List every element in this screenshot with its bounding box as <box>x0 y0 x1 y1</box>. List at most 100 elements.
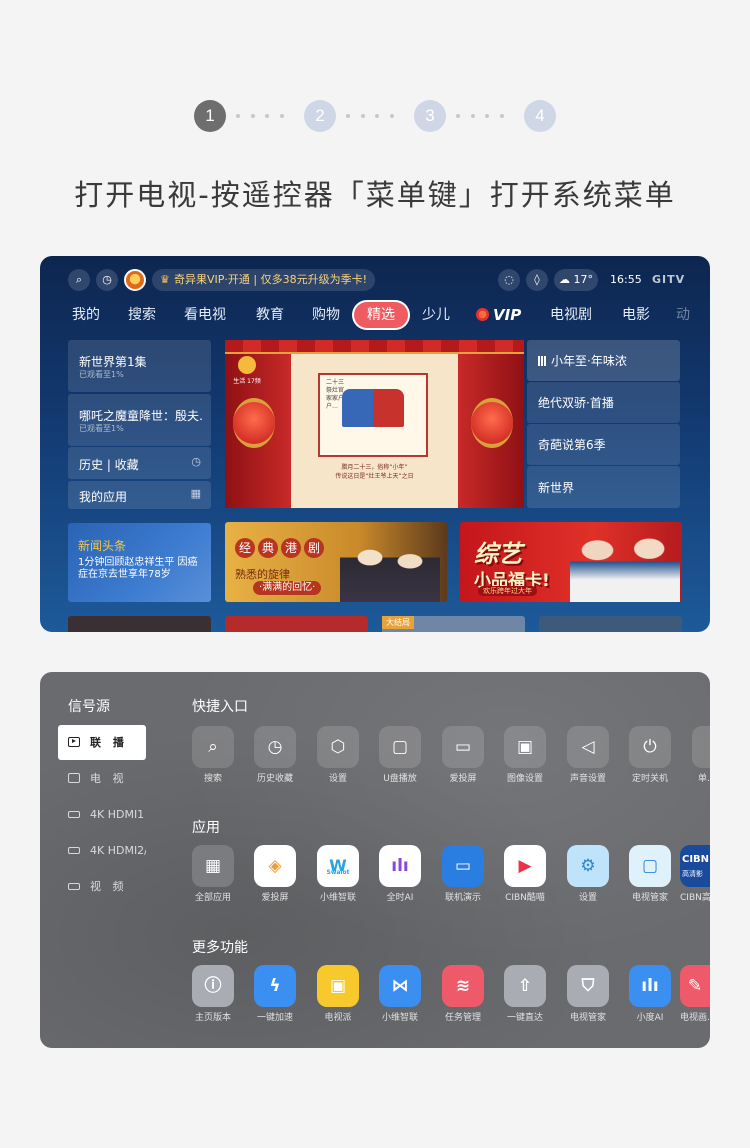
search-icon[interactable]: ⌕ <box>68 269 90 291</box>
hk-drama-banner[interactable]: 经 典 港 剧 熟悉的旋律 ·满满的回忆· <box>225 522 447 602</box>
source-label: 电 视 <box>90 772 128 785</box>
demo-icon[interactable]: ▭ <box>442 845 484 887</box>
source-label: 4K HDMI2/ARC <box>90 844 146 857</box>
actors-image <box>340 528 440 602</box>
step-dots <box>456 114 504 118</box>
quick-label: 爱投屏 <box>449 774 477 784</box>
tab-shopping[interactable]: 购物 <box>312 302 340 328</box>
source-title: 信号源 <box>68 699 110 715</box>
tvpai-icon[interactable]: ▣ <box>317 965 359 1007</box>
hero-caption: 腊月二十三，俗称“小年” <box>341 464 408 471</box>
apps-title: 应用 <box>192 820 220 836</box>
tab-vip[interactable]: VIP <box>476 302 521 328</box>
poster-thumbnail[interactable] <box>539 616 682 632</box>
tab-anime[interactable]: 动 <box>676 302 690 328</box>
ai-icon[interactable]: ılı <box>379 845 421 887</box>
swaiot-icon[interactable]: W Swaiot <box>317 845 359 887</box>
image-icon[interactable]: ▣ <box>504 726 546 768</box>
source-item-hdmi2[interactable]: 4K HDMI2/ARC <box>58 833 146 868</box>
app-label: 全部应用 <box>194 893 231 903</box>
quick-access-title: 快捷入口 <box>192 699 248 715</box>
bowtie-icon[interactable]: ⋈ <box>379 965 421 1007</box>
pencil-icon[interactable]: ✎ <box>680 965 710 1007</box>
card-progress: 已观看至1% <box>79 424 124 433</box>
poster-thumbnail[interactable] <box>68 616 211 632</box>
card-progress: 已观看至1% <box>79 370 124 379</box>
continue-watching-card[interactable]: 哪吒之魔童降世：殷夫… 已观看至1% <box>68 394 211 446</box>
avatar[interactable] <box>124 269 146 291</box>
my-apps-card[interactable]: 我的应用 ▦ <box>68 481 211 509</box>
speaker-icon[interactable]: ◁ <box>567 726 609 768</box>
banner-char: 剧 <box>304 538 324 558</box>
list-item[interactable]: 奇葩说第6季 <box>527 424 680 465</box>
lantern-image <box>471 398 513 448</box>
layers-icon[interactable]: ≋ <box>442 965 484 1007</box>
card-title: 历史 | 收藏 <box>79 458 139 472</box>
grid-icon: ▦ <box>190 487 201 500</box>
banner-tagline: ·满满的回忆· <box>253 581 322 595</box>
quick-label: 声音设置 <box>569 774 606 784</box>
cibn-icon[interactable]: CIBN 高清影 <box>680 845 710 887</box>
tab-mine[interactable]: 我的 <box>72 302 100 328</box>
cibn-subtitle: 高清影 <box>682 870 703 878</box>
vip-promo-banner[interactable]: 奇异果VIP·开通 | 仅多38元升级为季卡! <box>152 269 376 291</box>
list-item[interactable]: 小年至·年味浓 <box>527 340 680 381</box>
tab-search[interactable]: 搜索 <box>128 302 156 328</box>
usb-icon[interactable]: ▢ <box>379 726 421 768</box>
poster-thumbnail[interactable]: 大结局 <box>382 616 525 632</box>
hero-banner[interactable]: 生活 17频 二十三 祭灶官 家家户户… 腊月二十三，俗称“小年” 传说这日是“… <box>225 340 524 508</box>
quick-label: 设置 <box>328 774 347 784</box>
source-item-tv[interactable]: 电 视 <box>58 761 146 796</box>
info-icon[interactable]: ⓘ <box>192 965 234 1007</box>
lightning-icon[interactable]: ϟ <box>254 965 296 1007</box>
upload-icon[interactable]: ⇧ <box>504 965 546 1007</box>
tab-kids[interactable]: 少儿 <box>422 302 450 328</box>
poster-thumbnail[interactable] <box>225 616 368 632</box>
tab-tv-series[interactable]: 电视剧 <box>550 302 592 328</box>
history-favorites-card[interactable]: 历史 | 收藏 ◷ <box>68 447 211 479</box>
cibn-wordmark: CIBN <box>682 854 710 865</box>
shield-icon[interactable]: ⛉ <box>567 965 609 1007</box>
tv-home-screen: ⌕ ◷ 奇异果VIP·开通 | 仅多38元升级为季卡! ◌ ◊ ☁ 17° 16… <box>40 256 710 632</box>
news-card[interactable]: 新闻头条 1分钟回顾赵忠祥生平 因癌症在京去世享年78岁 <box>68 523 211 602</box>
clock-icon[interactable]: ◷ <box>254 726 296 768</box>
voice-icon[interactable]: ılı <box>629 965 671 1007</box>
quick-label: U盘播放 <box>383 774 417 784</box>
message-icon[interactable]: ◌ <box>498 269 520 291</box>
grid-icon[interactable]: ▦ <box>192 845 234 887</box>
tab-education[interactable]: 教育 <box>256 302 284 328</box>
list-item-label: 绝代双骄·首播 <box>538 396 614 410</box>
clock-icon[interactable]: ◷ <box>96 269 118 291</box>
top-nav: 我的 搜索 看电视 教育 购物 精选 少儿 VIP 电视剧 电影 动 <box>40 302 710 328</box>
continue-watching-card[interactable]: 新世界第1集 已观看至1% <box>68 340 211 392</box>
weather-badge: ☁ 17° <box>554 269 598 291</box>
source-item-linked[interactable]: 联 播 <box>58 725 146 760</box>
weather-temp: 17° <box>573 273 594 286</box>
card-title: 哪吒之魔童降世：殷夫… <box>79 409 204 423</box>
power-icon[interactable]: ⏻ <box>629 726 671 768</box>
tab-live-tv[interactable]: 看电视 <box>184 302 226 328</box>
source-item-video[interactable]: 视 频 <box>58 869 146 904</box>
app-label: 爱投屏 <box>261 893 289 903</box>
headphone-icon[interactable] <box>692 726 710 768</box>
cast-app-icon[interactable]: ◈ <box>254 845 296 887</box>
list-item[interactable]: 新世界 <box>527 466 680 508</box>
list-item[interactable]: 绝代双骄·首播 <box>527 382 680 423</box>
source-item-hdmi1[interactable]: 4K HDMI1 <box>58 797 146 832</box>
shield-icon[interactable]: ◊ <box>526 269 548 291</box>
clock-text: 16:55 <box>610 273 642 286</box>
more-label: 任务管理 <box>444 1013 481 1023</box>
search-icon[interactable]: ⌕ <box>192 726 234 768</box>
cast-icon[interactable]: ▭ <box>442 726 484 768</box>
curtain-valance <box>225 340 524 354</box>
cibn-play-icon[interactable]: ▶ <box>504 845 546 887</box>
monitor-icon <box>68 773 80 783</box>
tab-featured[interactable]: 精选 <box>354 302 408 328</box>
tab-movies[interactable]: 电影 <box>622 302 650 328</box>
gear-icon[interactable]: ⚙ <box>567 845 609 887</box>
settings-icon[interactable]: ⬡ <box>317 726 359 768</box>
variety-show-banner[interactable]: 综艺 小品福卡! 欢乐跨年过大年 <box>460 522 682 602</box>
tv-manager-icon[interactable]: ▢ <box>629 845 671 887</box>
step-dots <box>346 114 394 118</box>
step-indicator: 1 2 3 4 <box>0 100 750 132</box>
